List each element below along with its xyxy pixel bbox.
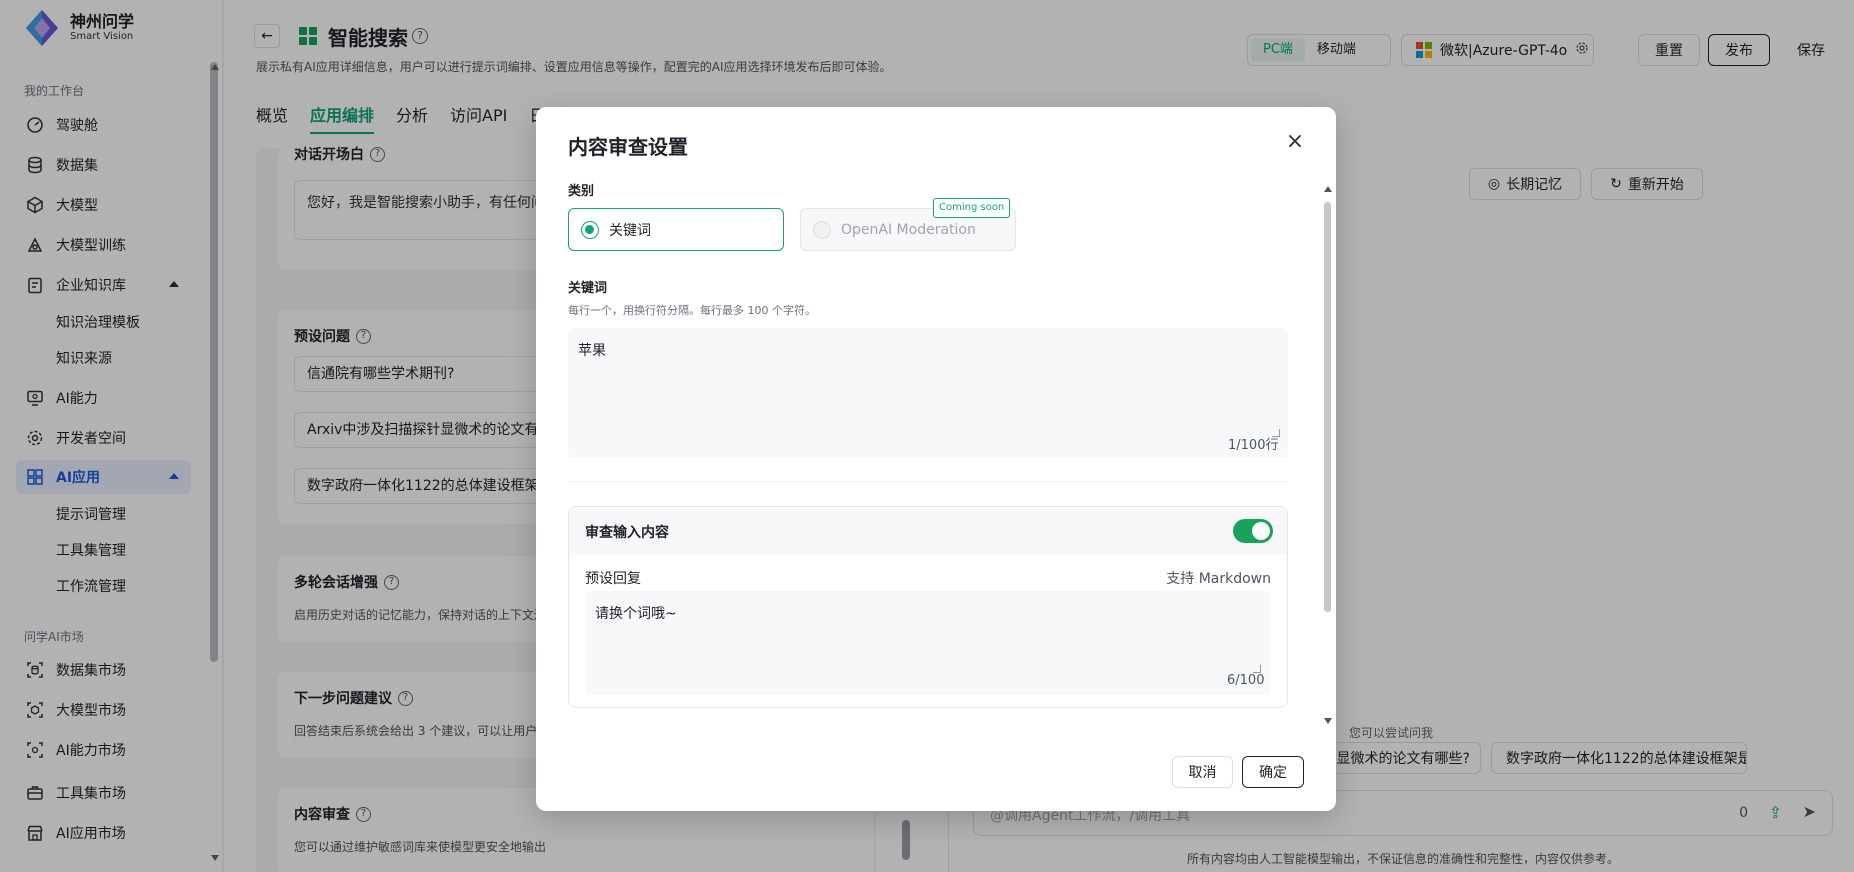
keyword-label: 关键词 xyxy=(568,281,608,296)
category-option-label: 关键词 xyxy=(609,222,651,239)
review-input-header: 审查输入内容 xyxy=(569,507,1287,555)
confirm-button[interactable]: 确定 xyxy=(1242,756,1304,788)
modal-scrollbar[interactable] xyxy=(1324,202,1331,612)
radio-disabled-icon xyxy=(813,220,831,239)
keyword-value: 苹果 xyxy=(578,343,606,359)
keyword-hint: 每行一个，用换行符分隔。每行最多 100 个字符。 xyxy=(568,304,816,317)
category-label: 类别 xyxy=(568,184,595,199)
resize-handle-icon[interactable] xyxy=(1253,665,1261,673)
divider xyxy=(568,481,1288,482)
preset-reply-label: 预设回复 xyxy=(585,571,641,587)
keyword-counter: 1/100行 xyxy=(1228,438,1279,453)
review-input-toggle[interactable] xyxy=(1233,519,1273,543)
modal-title: 内容审查设置 xyxy=(568,135,688,159)
coming-soon-badge: Coming soon xyxy=(933,198,1011,218)
review-input-title: 审查输入内容 xyxy=(585,525,669,541)
radio-checked-icon xyxy=(581,220,599,239)
markdown-support-label: 支持 Markdown xyxy=(1166,571,1271,587)
scroll-down-icon[interactable] xyxy=(1324,718,1332,724)
cancel-button[interactable]: 取消 xyxy=(1172,756,1233,788)
close-icon[interactable]: × xyxy=(1284,131,1306,153)
keyword-textarea[interactable]: 苹果 xyxy=(568,328,1288,458)
review-input-section: 审查输入内容 预设回复 支持 Markdown 请换个词哦~ 6/100 xyxy=(568,506,1288,708)
content-review-modal: 内容审查设置 × 类别 关键词 OpenAI Moderation Coming… xyxy=(536,107,1336,811)
preset-reply-textarea[interactable]: 请换个词哦~ xyxy=(585,591,1271,695)
preset-reply-counter: 6/100 xyxy=(1227,673,1265,688)
category-option-label: OpenAI Moderation xyxy=(841,221,976,238)
preset-reply-value: 请换个词哦~ xyxy=(595,606,677,622)
category-option-keyword[interactable]: 关键词 xyxy=(568,208,784,251)
scroll-up-icon[interactable] xyxy=(1324,186,1332,192)
